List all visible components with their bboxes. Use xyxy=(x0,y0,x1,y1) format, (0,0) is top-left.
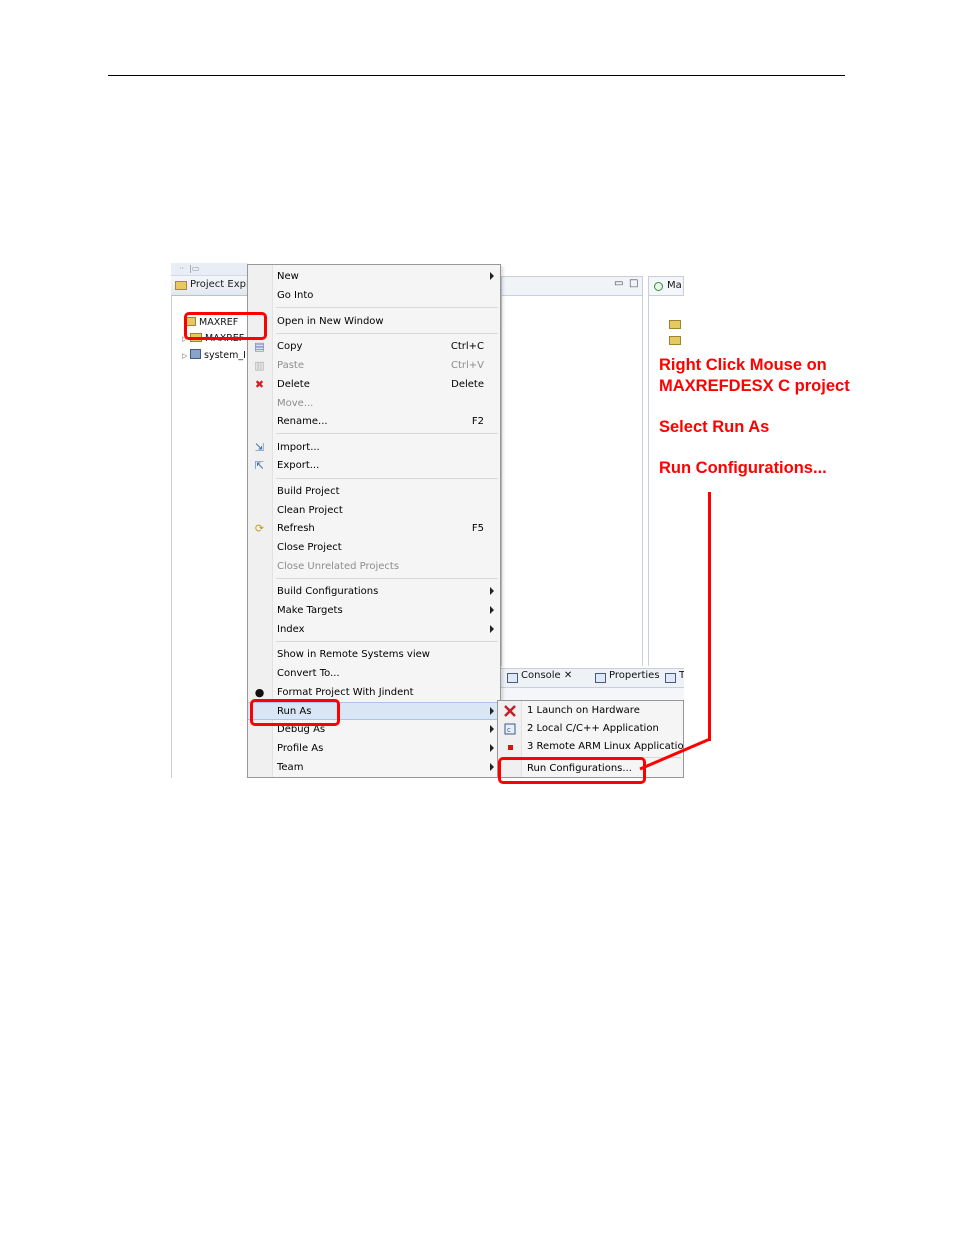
paste-icon: ▥ xyxy=(254,359,265,372)
xilinx-icon xyxy=(504,705,516,717)
folder-icon xyxy=(175,281,187,290)
menu-separator xyxy=(276,307,498,308)
delete-icon: ✖ xyxy=(254,378,265,391)
svg-text:c: c xyxy=(507,726,511,734)
maximize-icon[interactable]: □ xyxy=(629,278,638,289)
menu-item-new[interactable]: New xyxy=(248,268,500,286)
menu-item-local-app[interactable]: c 2 Local C/C++ Application xyxy=(498,720,683,738)
menu-item-profile-as[interactable]: Profile As xyxy=(248,740,500,758)
submenu-arrow-icon xyxy=(490,744,494,752)
submenu-arrow-icon xyxy=(490,707,494,715)
menu-item-build-configurations[interactable]: Build Configurations xyxy=(248,583,500,601)
menu-item-clean-project[interactable]: Clean Project xyxy=(248,502,500,520)
menu-item-index[interactable]: Index xyxy=(248,621,500,639)
highlight-run-as-box xyxy=(250,699,340,726)
menu-item-open-new-window[interactable]: Open in New Window xyxy=(248,313,500,331)
menu-item-move[interactable]: Move... xyxy=(248,395,500,413)
menu-item-build-project[interactable]: Build Project xyxy=(248,483,500,501)
tab-properties[interactable]: Properties xyxy=(593,670,660,688)
submenu-arrow-icon xyxy=(490,272,494,280)
submenu-arrow-icon xyxy=(490,763,494,771)
menu-item-export[interactable]: ⇱ Export... xyxy=(248,457,500,475)
editor-tab-bar: ▭ □ xyxy=(501,276,643,296)
project-explorer-tree: MAXREF ▷ MAXREF ▷ system_I xyxy=(171,296,248,778)
annotation-line-4: Run Configurations... xyxy=(659,458,827,477)
submenu-arrow-icon xyxy=(490,625,494,633)
project-explorer-tab[interactable]: Project Explo xyxy=(171,276,255,296)
annotation-connector-line xyxy=(708,492,711,741)
tree-item-system[interactable]: ▷ system_I xyxy=(182,349,246,363)
instruction-annotation: Right Click Mouse on MAXREFDESX C projec… xyxy=(659,355,899,478)
menu-separator xyxy=(276,578,498,579)
menu-item-make-targets[interactable]: Make Targets xyxy=(248,602,500,620)
menu-item-rename[interactable]: Rename... F2 xyxy=(248,413,500,431)
hardware-project-icon xyxy=(190,349,201,359)
menu-item-go-into[interactable]: Go Into xyxy=(248,287,500,305)
console-tab-bar: Console ✕ Properties T xyxy=(501,668,684,688)
annotation-line-3: Select Run As xyxy=(659,417,770,436)
jindent-icon: ● xyxy=(254,686,265,699)
menu-item-show-remote[interactable]: Show in Remote Systems view xyxy=(248,646,500,664)
menu-item-refresh[interactable]: ⟳ Refresh F5 xyxy=(248,520,500,538)
copy-icon: ▤ xyxy=(254,340,265,353)
menu-item-copy[interactable]: ▤ Copy Ctrl+C xyxy=(248,338,500,356)
refresh-icon: ⟳ xyxy=(254,522,265,535)
tasks-icon xyxy=(665,673,676,683)
highlight-project-box xyxy=(184,312,267,340)
remote-app-icon xyxy=(508,745,513,750)
menu-item-team[interactable]: Team xyxy=(248,759,500,777)
annotation-line-1: Right Click Mouse on xyxy=(659,356,827,374)
menu-separator xyxy=(276,333,498,334)
editor-area xyxy=(501,296,643,666)
submenu-arrow-icon xyxy=(490,725,494,733)
tab-tasks[interactable]: T xyxy=(663,670,684,688)
annotation-line-2: MAXREFDESX C project xyxy=(659,376,850,395)
make-targets-panel xyxy=(648,296,684,666)
tab-console[interactable]: Console ✕ xyxy=(505,670,572,688)
c-application-icon: c xyxy=(504,723,516,735)
menu-item-convert-to[interactable]: Convert To... xyxy=(248,665,500,683)
menu-item-close-unrelated[interactable]: Close Unrelated Projects xyxy=(248,558,500,576)
menu-item-launch-hardware[interactable]: 1 Launch on Hardware xyxy=(498,702,683,720)
menu-separator xyxy=(276,433,498,434)
menu-separator xyxy=(276,641,498,642)
expand-icon[interactable]: ▷ xyxy=(182,352,190,360)
make-target-icon xyxy=(654,282,663,291)
highlight-run-configurations-box xyxy=(498,757,646,784)
header-rule xyxy=(108,75,845,76)
menu-separator xyxy=(276,478,498,479)
import-icon: ⇲ xyxy=(254,441,265,454)
console-icon xyxy=(507,673,518,683)
submenu-arrow-icon xyxy=(490,587,494,595)
submenu-arrow-icon xyxy=(490,606,494,614)
project-explorer-label: Project Explo xyxy=(190,279,255,290)
toolbar-strip: ·· |▭ xyxy=(171,263,248,276)
export-icon: ⇱ xyxy=(254,459,265,472)
folder-icon xyxy=(669,320,681,329)
annotation-connector-diagonal xyxy=(639,737,711,771)
make-targets-label: Ma xyxy=(667,280,682,291)
menu-item-delete[interactable]: ✖ Delete Delete xyxy=(248,376,500,394)
menu-item-import[interactable]: ⇲ Import... xyxy=(248,439,500,457)
menu-item-close-project[interactable]: Close Project xyxy=(248,539,500,557)
make-targets-tab[interactable]: Ma xyxy=(648,276,684,296)
properties-icon xyxy=(595,673,606,683)
eclipse-screenshot: ·· |▭ Project Explo MAXREF ▷ MAXREF ▷ syst… xyxy=(171,263,684,778)
folder-icon xyxy=(669,336,681,345)
minimize-icon[interactable]: ▭ xyxy=(614,278,623,289)
menu-item-paste[interactable]: ▥ Paste Ctrl+V xyxy=(248,357,500,375)
